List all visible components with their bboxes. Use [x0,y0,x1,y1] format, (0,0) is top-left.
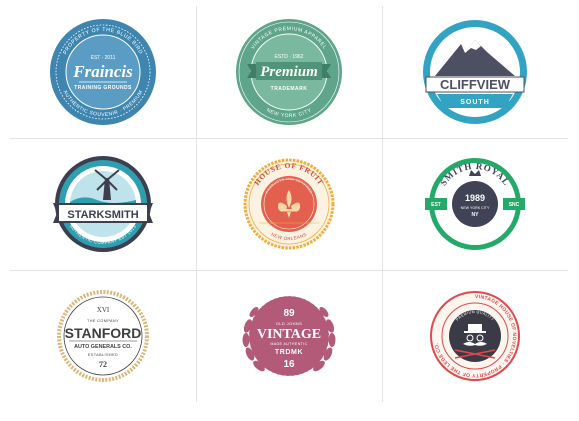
number-top: 89 [283,308,295,319]
right-tag-text: SNC [509,202,520,208]
badge-title: STARKSMITH [67,209,138,221]
badge-cell-stanford[interactable]: XVI THE COMPANY STANFORD AUTO GENERALS C… [10,270,196,402]
vintage-badge: 89 OLD JOHNS VINTAGE MADE AUTHENTIC TRDM… [242,295,336,377]
stanford-badge: XVI THE COMPANY STANFORD AUTO GENERALS C… [57,290,149,382]
badge-subtitle: TRADEMARK [271,86,308,92]
year-text: 1989 [465,193,485,203]
number-bottom: 16 [283,359,295,370]
badge-cell-house-of-fruit[interactable]: HOUSE OF FRUIT PRODUCTS AND SERVICES NEW… [196,138,382,270]
line2-text: ESTABLISHED [88,353,118,357]
badge-cell-cliffview[interactable]: ESTABLISHED SINCE 1987 CLIFFVIEW SOUTH [382,6,568,138]
line1-text: OLD JOHNS [276,321,303,326]
badge-cell-francis[interactable]: PROPERTY OF THE BLUE BIRD AUTHENTIC SOUV… [10,6,196,138]
badge-subtitle: TRAINING GROUNDS [74,85,132,91]
badge-cell-starksmith[interactable]: STARKSMITH AUTHENTIC COMPANY EST 2013 [10,138,196,270]
roman-numeral: XVI [97,306,110,314]
badge-title: Fraincis [72,62,133,81]
badge-cell-vintage[interactable]: 89 OLD JOHNS VINTAGE MADE AUTHENTIC TRDM… [196,270,382,402]
line1-text: THE COMPANY [87,319,119,323]
est-text: ESTD · 1962 [275,54,304,60]
premium-badge: VINTAGE PREMIUM APPAREL NEW YORK CITY ES… [236,19,342,125]
number-text: 72 [99,360,107,369]
est-text: EST · 2011 [91,55,116,61]
cliffview-badge: ESTABLISHED SINCE 1987 CLIFFVIEW SOUTH [423,20,527,124]
badge-title: STANFORD [65,325,142,341]
house-of-fruit-badge: HOUSE OF FRUIT PRODUCTS AND SERVICES NEW… [243,158,335,250]
state-text: NY [472,212,480,218]
line2-text: MADE AUTHENTIC [270,342,307,346]
smith-royal-badge: SMITH ROYAL SMITH CO. TRADEMARK 1989 NEW… [425,158,525,250]
badge-cell-premium[interactable]: VINTAGE PREMIUM APPAREL NEW YORK CITY ES… [196,6,382,138]
badge-grid: PROPERTY OF THE BLUE BIRD AUTHENTIC SOUV… [10,6,568,402]
city-text: NEW YORK CITY [461,206,490,210]
left-tag-text: EST [431,202,441,208]
badge-subtitle: SOUTH [460,99,490,106]
badge-cell-house-of-novelties[interactable]: VINTAGE HOUSE OF NOVELTIES · PROPERTY OF… [382,270,568,402]
badge-title: VINTAGE [257,327,321,342]
badge-title: CLIFFVIEW [440,77,511,92]
badge-title: Premium [260,64,318,80]
badge-subtitle: AUTO GENERALS CO. [74,344,132,350]
house-of-novelties-badge: VINTAGE HOUSE OF NOVELTIES · PROPERTY OF… [430,291,520,381]
francis-badge: PROPERTY OF THE BLUE BIRD AUTHENTIC SOUV… [50,19,156,125]
tag-text: TRDMK [275,349,303,356]
badge-cell-smith-royal[interactable]: SMITH ROYAL SMITH CO. TRADEMARK 1989 NEW… [382,138,568,270]
starksmith-badge: STARKSMITH AUTHENTIC COMPANY EST 2013 [53,156,153,252]
badge-inner-disc [452,181,498,227]
